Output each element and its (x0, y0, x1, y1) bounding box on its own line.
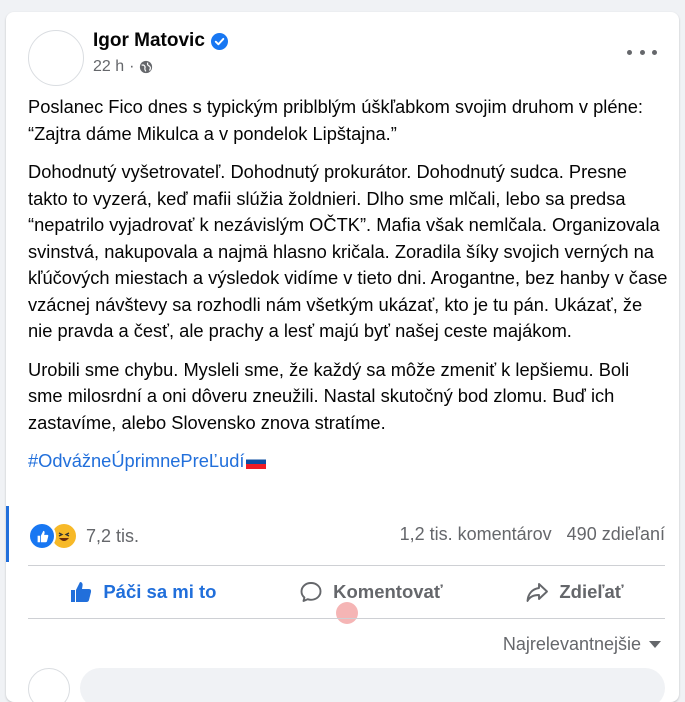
post-body: Poslanec Fico dnes s typickým priblblým … (28, 94, 668, 487)
more-dot (639, 49, 645, 55)
thumbs-up-icon (71, 582, 92, 602)
sort-label: Najrelevantnejšie (502, 634, 641, 654)
post-timestamp[interactable]: 22 h (93, 58, 124, 76)
like-button[interactable]: Páči sa mi to (69, 580, 216, 604)
focus-accent-bar (6, 506, 9, 562)
comment-sort-dropdown[interactable]: Najrelevantnejšie (503, 634, 661, 655)
author-name[interactable]: Igor Matovic (93, 30, 205, 52)
comment-button[interactable]: Komentovať (299, 580, 443, 604)
post-card: Igor Matovic 22 h · Poslanec Fico dnes s… (6, 12, 679, 702)
engagement-stats: 1,2 tis. komentárov 490 zdieľaní (400, 524, 665, 545)
hashtag-link[interactable]: #OdvážneÚprimnePreĽudí (28, 450, 244, 471)
reaction-count: 7,2 tis. (86, 525, 140, 546)
share-button[interactable]: Zdieľať (525, 580, 624, 604)
verified-badge-icon (210, 32, 228, 50)
reactions-summary[interactable]: 7,2 tis. (28, 522, 139, 550)
comment-count-link[interactable]: 1,2 tis. komentárov (400, 524, 552, 544)
globe-icon[interactable] (139, 60, 153, 74)
like-label: Páči sa mi to (103, 581, 217, 602)
meta-separator: · (129, 58, 135, 75)
share-label: Zdieľať (559, 581, 624, 602)
more-dot (627, 49, 632, 55)
author-row: Igor Matovic (93, 30, 228, 52)
share-icon (526, 583, 549, 602)
chevron-down-icon (649, 641, 661, 648)
more-dot (652, 49, 657, 55)
more-options-icon[interactable] (627, 42, 657, 62)
share-count-link[interactable]: 490 zdieľaní (567, 524, 665, 544)
post-paragraph: Dohodnutý vyšetrovateľ. Dohodnutý prokur… (28, 161, 668, 341)
commenter-avatar (28, 668, 70, 702)
post-paragraph: Urobili sme chybu. Mysleli sme, že každý… (28, 358, 630, 433)
comment-label: Komentovať (333, 581, 443, 602)
hashtag-line: #OdvážneÚprimnePreĽudí (28, 448, 668, 475)
like-reaction-icon (28, 522, 56, 550)
divider (28, 618, 665, 619)
comment-icon (300, 582, 322, 602)
divider (28, 565, 665, 566)
post-meta: 22 h · (93, 58, 153, 76)
post-paragraph: Poslanec Fico dnes s typickým priblblým … (28, 96, 643, 144)
slovakia-flag-icon (246, 455, 267, 469)
comment-input[interactable] (80, 668, 665, 702)
author-avatar[interactable] (28, 30, 84, 86)
watermark-logo (336, 602, 358, 624)
